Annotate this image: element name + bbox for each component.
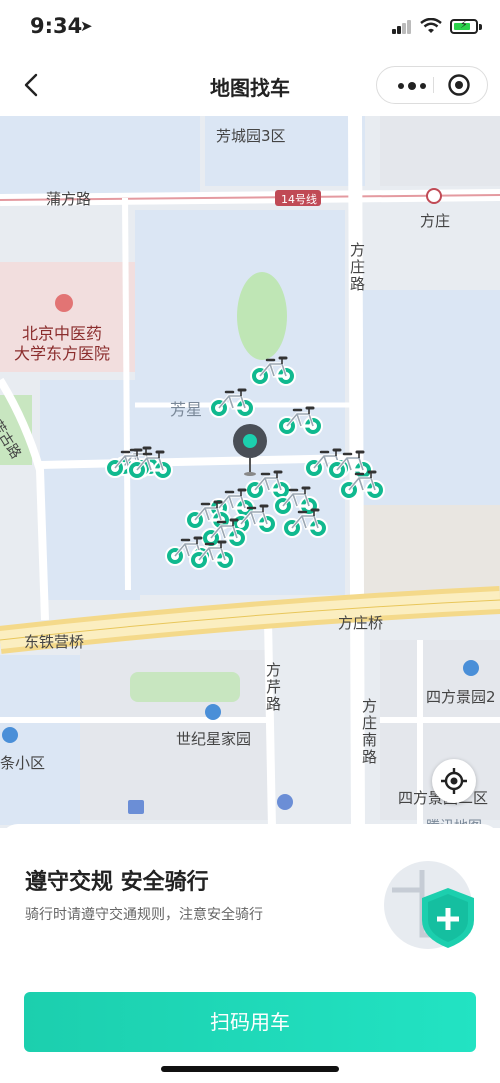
battery-tip <box>479 24 482 30</box>
map-label-fangxing: 芳星 <box>170 400 203 419</box>
battery-icon: ⚡ <box>450 18 478 34</box>
cellular-signal-icon <box>392 20 412 34</box>
map-label-fangzhuang-road: 方庄路 <box>350 241 366 293</box>
home-indicator <box>161 1066 339 1072</box>
safety-subtitle: 骑行时请遵守交通规则，注意安全骑行 <box>25 907 263 923</box>
map-label-fangzhuang: 方庄 <box>420 212 451 230</box>
scan-to-ride-button[interactable]: 扫码用车 <box>24 992 476 1052</box>
map-view[interactable]: 芳城园3区 蒲方路 14号线 方庄 方庄路 北京中医药 大学东方医院 芳星 芳古… <box>0 116 500 828</box>
recenter-location-button[interactable] <box>432 759 476 803</box>
map-label-tiao-xiaoqu: 条小区 <box>0 754 46 772</box>
status-bar: 9:34 ➤ ⚡ <box>0 0 500 56</box>
map-label-line14: 14号线 <box>281 193 317 206</box>
miniprogram-capsule <box>376 66 488 104</box>
wifi-icon <box>420 18 442 33</box>
map-label-dongtieying-bridge: 东铁营桥 <box>24 633 85 651</box>
crosshair-icon <box>441 768 467 794</box>
location-arrow-icon: ➤ <box>80 17 93 35</box>
map-label-century-star: 世纪星家园 <box>176 730 252 748</box>
close-miniprogram-icon[interactable] <box>447 73 471 97</box>
map-label-fangcheng: 芳城园3区 <box>216 127 286 145</box>
map-label-sifang-2: 四方景园2 <box>426 688 496 706</box>
map-label-hospital-line2: 大学东方医院 <box>14 344 111 363</box>
safety-sheet: 遵守交规 安全骑行 骑行时请遵守交通规则，注意安全骑行 扫码用车 <box>0 824 500 1083</box>
map-label-pufang-road: 蒲方路 <box>46 190 92 208</box>
safety-shield-icon <box>384 861 474 949</box>
safety-title: 遵守交规 安全骑行 <box>25 870 209 895</box>
map-label-fangzhuang-bridge: 方庄桥 <box>338 614 384 632</box>
map-label-fangzhuang-south-road: 方庄南路 <box>362 697 378 766</box>
map-label-fangqin-road: 方芹路 <box>266 661 282 713</box>
capsule-divider <box>433 77 434 93</box>
navbar: 地图找车 <box>0 56 500 116</box>
more-button[interactable] <box>391 67 433 103</box>
status-time: 9:34 <box>30 14 83 38</box>
